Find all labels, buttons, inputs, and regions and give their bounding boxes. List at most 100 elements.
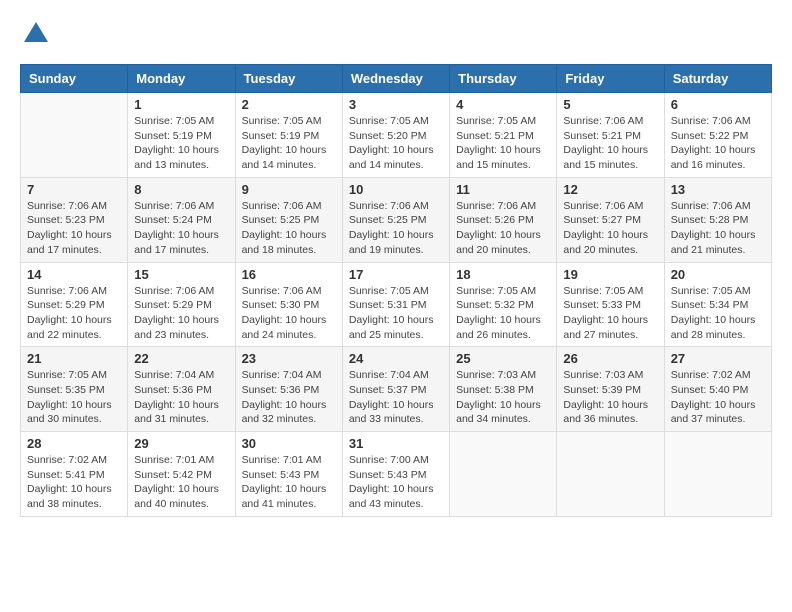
calendar-cell: 25 Sunrise: 7:03 AM Sunset: 5:38 PM Dayli… (450, 347, 557, 432)
calendar-cell: 26 Sunrise: 7:03 AM Sunset: 5:39 PM Dayli… (557, 347, 664, 432)
calendar-row: 14 Sunrise: 7:06 AM Sunset: 5:29 PM Dayli… (21, 262, 772, 347)
day-number: 18 (456, 267, 550, 282)
calendar-cell: 1Sunrise: 7:05 AM Sunset: 5:19 PM Daylig… (128, 93, 235, 178)
day-info: Sunrise: 7:06 AM Sunset: 5:28 PM Dayligh… (671, 199, 765, 258)
day-number: 3 (349, 97, 443, 112)
logo (20, 20, 50, 54)
calendar-cell: 10 Sunrise: 7:06 AM Sunset: 5:25 PM Dayli… (342, 177, 449, 262)
day-number: 7 (27, 182, 121, 197)
calendar-cell (664, 432, 771, 517)
calendar-cell (557, 432, 664, 517)
day-number: 2 (242, 97, 336, 112)
calendar-cell: 7 Sunrise: 7:06 AM Sunset: 5:23 PM Daylig… (21, 177, 128, 262)
day-info: Sunrise: 7:05 AM Sunset: 5:21 PM Dayligh… (456, 114, 550, 173)
day-number: 25 (456, 351, 550, 366)
calendar-cell: 20 Sunrise: 7:05 AM Sunset: 5:34 PM Dayli… (664, 262, 771, 347)
day-number: 8 (134, 182, 228, 197)
calendar-cell: 29 Sunrise: 7:01 AM Sunset: 5:42 PM Dayli… (128, 432, 235, 517)
calendar-cell: 27 Sunrise: 7:02 AM Sunset: 5:40 PM Dayli… (664, 347, 771, 432)
weekday-header: Wednesday (342, 65, 449, 93)
day-info: Sunrise: 7:06 AM Sunset: 5:29 PM Dayligh… (27, 284, 121, 343)
day-info: Sunrise: 7:06 AM Sunset: 5:26 PM Dayligh… (456, 199, 550, 258)
day-info: Sunrise: 7:05 AM Sunset: 5:35 PM Dayligh… (27, 368, 121, 427)
day-number: 6 (671, 97, 765, 112)
day-number: 26 (563, 351, 657, 366)
weekday-header: Tuesday (235, 65, 342, 93)
day-info: Sunrise: 7:05 AM Sunset: 5:32 PM Dayligh… (456, 284, 550, 343)
day-info: Sunrise: 7:06 AM Sunset: 5:29 PM Dayligh… (134, 284, 228, 343)
calendar-cell: 13 Sunrise: 7:06 AM Sunset: 5:28 PM Dayli… (664, 177, 771, 262)
calendar-row: 21Sunrise: 7:05 AM Sunset: 5:35 PM Dayli… (21, 347, 772, 432)
calendar-cell: 2 Sunrise: 7:05 AM Sunset: 5:19 PM Daylig… (235, 93, 342, 178)
calendar-cell: 6Sunrise: 7:06 AM Sunset: 5:22 PM Daylig… (664, 93, 771, 178)
day-info: Sunrise: 7:04 AM Sunset: 5:36 PM Dayligh… (134, 368, 228, 427)
calendar-cell: 8 Sunrise: 7:06 AM Sunset: 5:24 PM Daylig… (128, 177, 235, 262)
calendar-cell: 3 Sunrise: 7:05 AM Sunset: 5:20 PM Daylig… (342, 93, 449, 178)
calendar-cell: 22 Sunrise: 7:04 AM Sunset: 5:36 PM Dayli… (128, 347, 235, 432)
day-number: 20 (671, 267, 765, 282)
day-info: Sunrise: 7:02 AM Sunset: 5:40 PM Dayligh… (671, 368, 765, 427)
day-info: Sunrise: 7:05 AM Sunset: 5:19 PM Dayligh… (242, 114, 336, 173)
day-number: 30 (242, 436, 336, 451)
day-number: 28 (27, 436, 121, 451)
logo-icon (22, 20, 50, 48)
calendar-cell: 28Sunrise: 7:02 AM Sunset: 5:41 PM Dayli… (21, 432, 128, 517)
day-number: 12 (563, 182, 657, 197)
calendar-cell: 14 Sunrise: 7:06 AM Sunset: 5:29 PM Dayli… (21, 262, 128, 347)
calendar-cell: 23 Sunrise: 7:04 AM Sunset: 5:36 PM Dayli… (235, 347, 342, 432)
day-info: Sunrise: 7:01 AM Sunset: 5:43 PM Dayligh… (242, 453, 336, 512)
weekday-header: Saturday (664, 65, 771, 93)
day-info: Sunrise: 7:06 AM Sunset: 5:27 PM Dayligh… (563, 199, 657, 258)
day-number: 16 (242, 267, 336, 282)
calendar-cell: 19 Sunrise: 7:05 AM Sunset: 5:33 PM Dayli… (557, 262, 664, 347)
calendar-header-row: SundayMondayTuesdayWednesdayThursdayFrid… (21, 65, 772, 93)
calendar-cell: 16 Sunrise: 7:06 AM Sunset: 5:30 PM Dayli… (235, 262, 342, 347)
day-info: Sunrise: 7:06 AM Sunset: 5:21 PM Dayligh… (563, 114, 657, 173)
day-number: 22 (134, 351, 228, 366)
calendar-cell: 21Sunrise: 7:05 AM Sunset: 5:35 PM Dayli… (21, 347, 128, 432)
calendar-row: 1 Sunrise: 7:05 AM Sunset: 5:19 PM Daylig… (21, 93, 772, 178)
calendar-cell: 15Sunrise: 7:06 AM Sunset: 5:29 PM Dayli… (128, 262, 235, 347)
day-number: 10 (349, 182, 443, 197)
day-number: 9 (242, 182, 336, 197)
day-info: Sunrise: 7:04 AM Sunset: 5:36 PM Dayligh… (242, 368, 336, 427)
calendar-cell: 12 Sunrise: 7:06 AM Sunset: 5:27 PM Dayli… (557, 177, 664, 262)
day-number: 14 (27, 267, 121, 282)
calendar-cell: 31 Sunrise: 7:00 AM Sunset: 5:43 PM Dayli… (342, 432, 449, 517)
day-number: 13 (671, 182, 765, 197)
day-number: 19 (563, 267, 657, 282)
calendar-cell: 4 Sunrise: 7:05 AM Sunset: 5:21 PM Daylig… (450, 93, 557, 178)
page-header (20, 20, 772, 54)
calendar-table: SundayMondayTuesdayWednesdayThursdayFrid… (20, 64, 772, 517)
day-info: Sunrise: 7:06 AM Sunset: 5:23 PM Dayligh… (27, 199, 121, 258)
day-info: Sunrise: 7:04 AM Sunset: 5:37 PM Dayligh… (349, 368, 443, 427)
day-number: 27 (671, 351, 765, 366)
day-number: 17 (349, 267, 443, 282)
weekday-header: Sunday (21, 65, 128, 93)
day-number: 4 (456, 97, 550, 112)
day-info: Sunrise: 7:05 AM Sunset: 5:31 PM Dayligh… (349, 284, 443, 343)
day-info: Sunrise: 7:06 AM Sunset: 5:24 PM Dayligh… (134, 199, 228, 258)
day-number: 11 (456, 182, 550, 197)
calendar-cell (21, 93, 128, 178)
day-info: Sunrise: 7:00 AM Sunset: 5:43 PM Dayligh… (349, 453, 443, 512)
calendar-cell: 30 Sunrise: 7:01 AM Sunset: 5:43 PM Dayli… (235, 432, 342, 517)
day-info: Sunrise: 7:01 AM Sunset: 5:42 PM Dayligh… (134, 453, 228, 512)
day-info: Sunrise: 7:03 AM Sunset: 5:39 PM Dayligh… (563, 368, 657, 427)
calendar-row: 28Sunrise: 7:02 AM Sunset: 5:41 PM Dayli… (21, 432, 772, 517)
day-number: 23 (242, 351, 336, 366)
weekday-header: Monday (128, 65, 235, 93)
day-info: Sunrise: 7:05 AM Sunset: 5:20 PM Dayligh… (349, 114, 443, 173)
day-number: 24 (349, 351, 443, 366)
day-info: Sunrise: 7:06 AM Sunset: 5:30 PM Dayligh… (242, 284, 336, 343)
day-number: 31 (349, 436, 443, 451)
day-info: Sunrise: 7:03 AM Sunset: 5:38 PM Dayligh… (456, 368, 550, 427)
day-number: 1 (134, 97, 228, 112)
day-info: Sunrise: 7:05 AM Sunset: 5:33 PM Dayligh… (563, 284, 657, 343)
calendar-cell (450, 432, 557, 517)
day-info: Sunrise: 7:06 AM Sunset: 5:25 PM Dayligh… (349, 199, 443, 258)
calendar-row: 7 Sunrise: 7:06 AM Sunset: 5:23 PM Daylig… (21, 177, 772, 262)
day-info: Sunrise: 7:05 AM Sunset: 5:34 PM Dayligh… (671, 284, 765, 343)
calendar-cell: 24 Sunrise: 7:04 AM Sunset: 5:37 PM Dayli… (342, 347, 449, 432)
day-number: 29 (134, 436, 228, 451)
